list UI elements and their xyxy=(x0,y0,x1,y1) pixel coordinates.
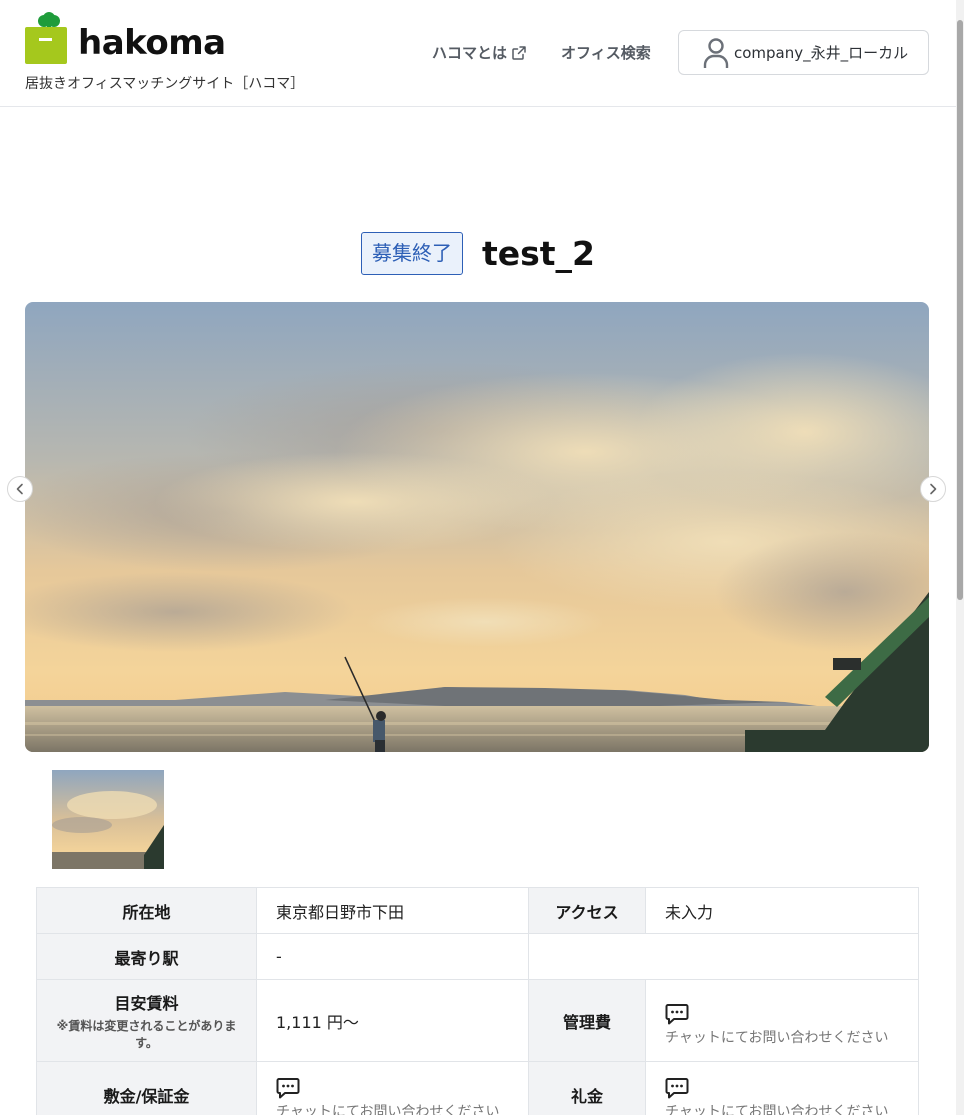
table-row: 所在地 東京都日野市下田 アクセス 未入力 xyxy=(36,887,919,934)
chat-icon[interactable] xyxy=(276,1077,300,1099)
nav-about-label: ハコマとは xyxy=(432,44,508,62)
station-value: - xyxy=(256,933,529,980)
status-badge: 募集終了 xyxy=(360,232,463,275)
rent-label-cell: 目安賃料 ※賃料は変更されることがあります。 xyxy=(36,979,257,1062)
listing-photo xyxy=(25,302,929,752)
key-money-value: チャットにてお問い合わせください xyxy=(665,1103,889,1115)
carousel-prev-button[interactable] xyxy=(7,476,33,502)
site-header: hakoma 居抜きオフィスマッチングサイト［ハコマ］ ハコマとは オフィス検索… xyxy=(0,0,956,107)
hakoma-logo[interactable]: hakoma xyxy=(25,12,226,64)
user-name: company_永井_ローカル xyxy=(734,44,909,62)
table-row: 最寄り駅 - xyxy=(36,933,919,980)
access-label: アクセス xyxy=(528,887,646,934)
station-label: 最寄り駅 xyxy=(36,933,257,980)
chat-icon[interactable] xyxy=(665,1003,689,1025)
photo-carousel[interactable] xyxy=(25,302,929,752)
nav-search-label: オフィス検索 xyxy=(561,44,651,62)
logo-wordmark: hakoma xyxy=(78,23,226,63)
nav-office-search-link[interactable]: オフィス検索 xyxy=(561,42,651,63)
rent-value: 1,111 円〜 xyxy=(256,979,529,1062)
access-value: 未入力 xyxy=(645,887,919,934)
listing-title-row: 募集終了 test_2 xyxy=(0,232,956,275)
page-title: test_2 xyxy=(481,234,596,273)
user-icon xyxy=(703,37,729,68)
external-link-icon xyxy=(512,45,526,60)
photo-thumbnail[interactable] xyxy=(52,770,164,869)
rent-note: ※賃料は変更されることがあります。 xyxy=(56,1018,237,1050)
location-value: 東京都日野市下田 xyxy=(256,887,529,934)
table-row: 敷金/保証金 チャットにてお問い合わせください 礼金 チャットにてお問い合わせく… xyxy=(36,1061,919,1115)
chat-icon[interactable] xyxy=(665,1077,689,1099)
user-menu-button[interactable]: company_永井_ローカル xyxy=(678,30,929,75)
management-fee-value: チャットにてお問い合わせください xyxy=(665,1029,889,1046)
management-fee-cell: チャットにてお問い合わせください xyxy=(645,979,919,1062)
chevron-right-icon xyxy=(930,483,937,495)
nav-about-link[interactable]: ハコマとは xyxy=(432,42,526,63)
chevron-left-icon xyxy=(16,483,23,495)
site-tagline: 居抜きオフィスマッチングサイト［ハコマ］ xyxy=(25,76,305,92)
deposit-cell: チャットにてお問い合わせください xyxy=(256,1061,529,1115)
rent-label: 目安賃料 xyxy=(114,993,179,1013)
management-fee-label: 管理費 xyxy=(528,979,646,1062)
deposit-value: チャットにてお問い合わせください xyxy=(276,1103,500,1115)
deposit-label: 敷金/保証金 xyxy=(36,1061,257,1115)
table-row: 目安賃料 ※賃料は変更されることがあります。 1,111 円〜 管理費 チャット… xyxy=(36,979,919,1062)
property-detail-table: 所在地 東京都日野市下田 アクセス 未入力 最寄り駅 - 目安賃料 ※賃料は変更… xyxy=(36,887,919,1115)
key-money-cell: チャットにてお問い合わせください xyxy=(645,1061,919,1115)
carousel-next-button[interactable] xyxy=(920,476,946,502)
logo-tree-icon xyxy=(38,12,60,28)
page-scrollbar-thumb[interactable] xyxy=(957,20,963,600)
thumbnail-image xyxy=(52,770,164,869)
logo-mark xyxy=(25,12,67,64)
location-label: 所在地 xyxy=(36,887,257,934)
key-money-label: 礼金 xyxy=(528,1061,646,1115)
empty-cell xyxy=(528,933,919,980)
